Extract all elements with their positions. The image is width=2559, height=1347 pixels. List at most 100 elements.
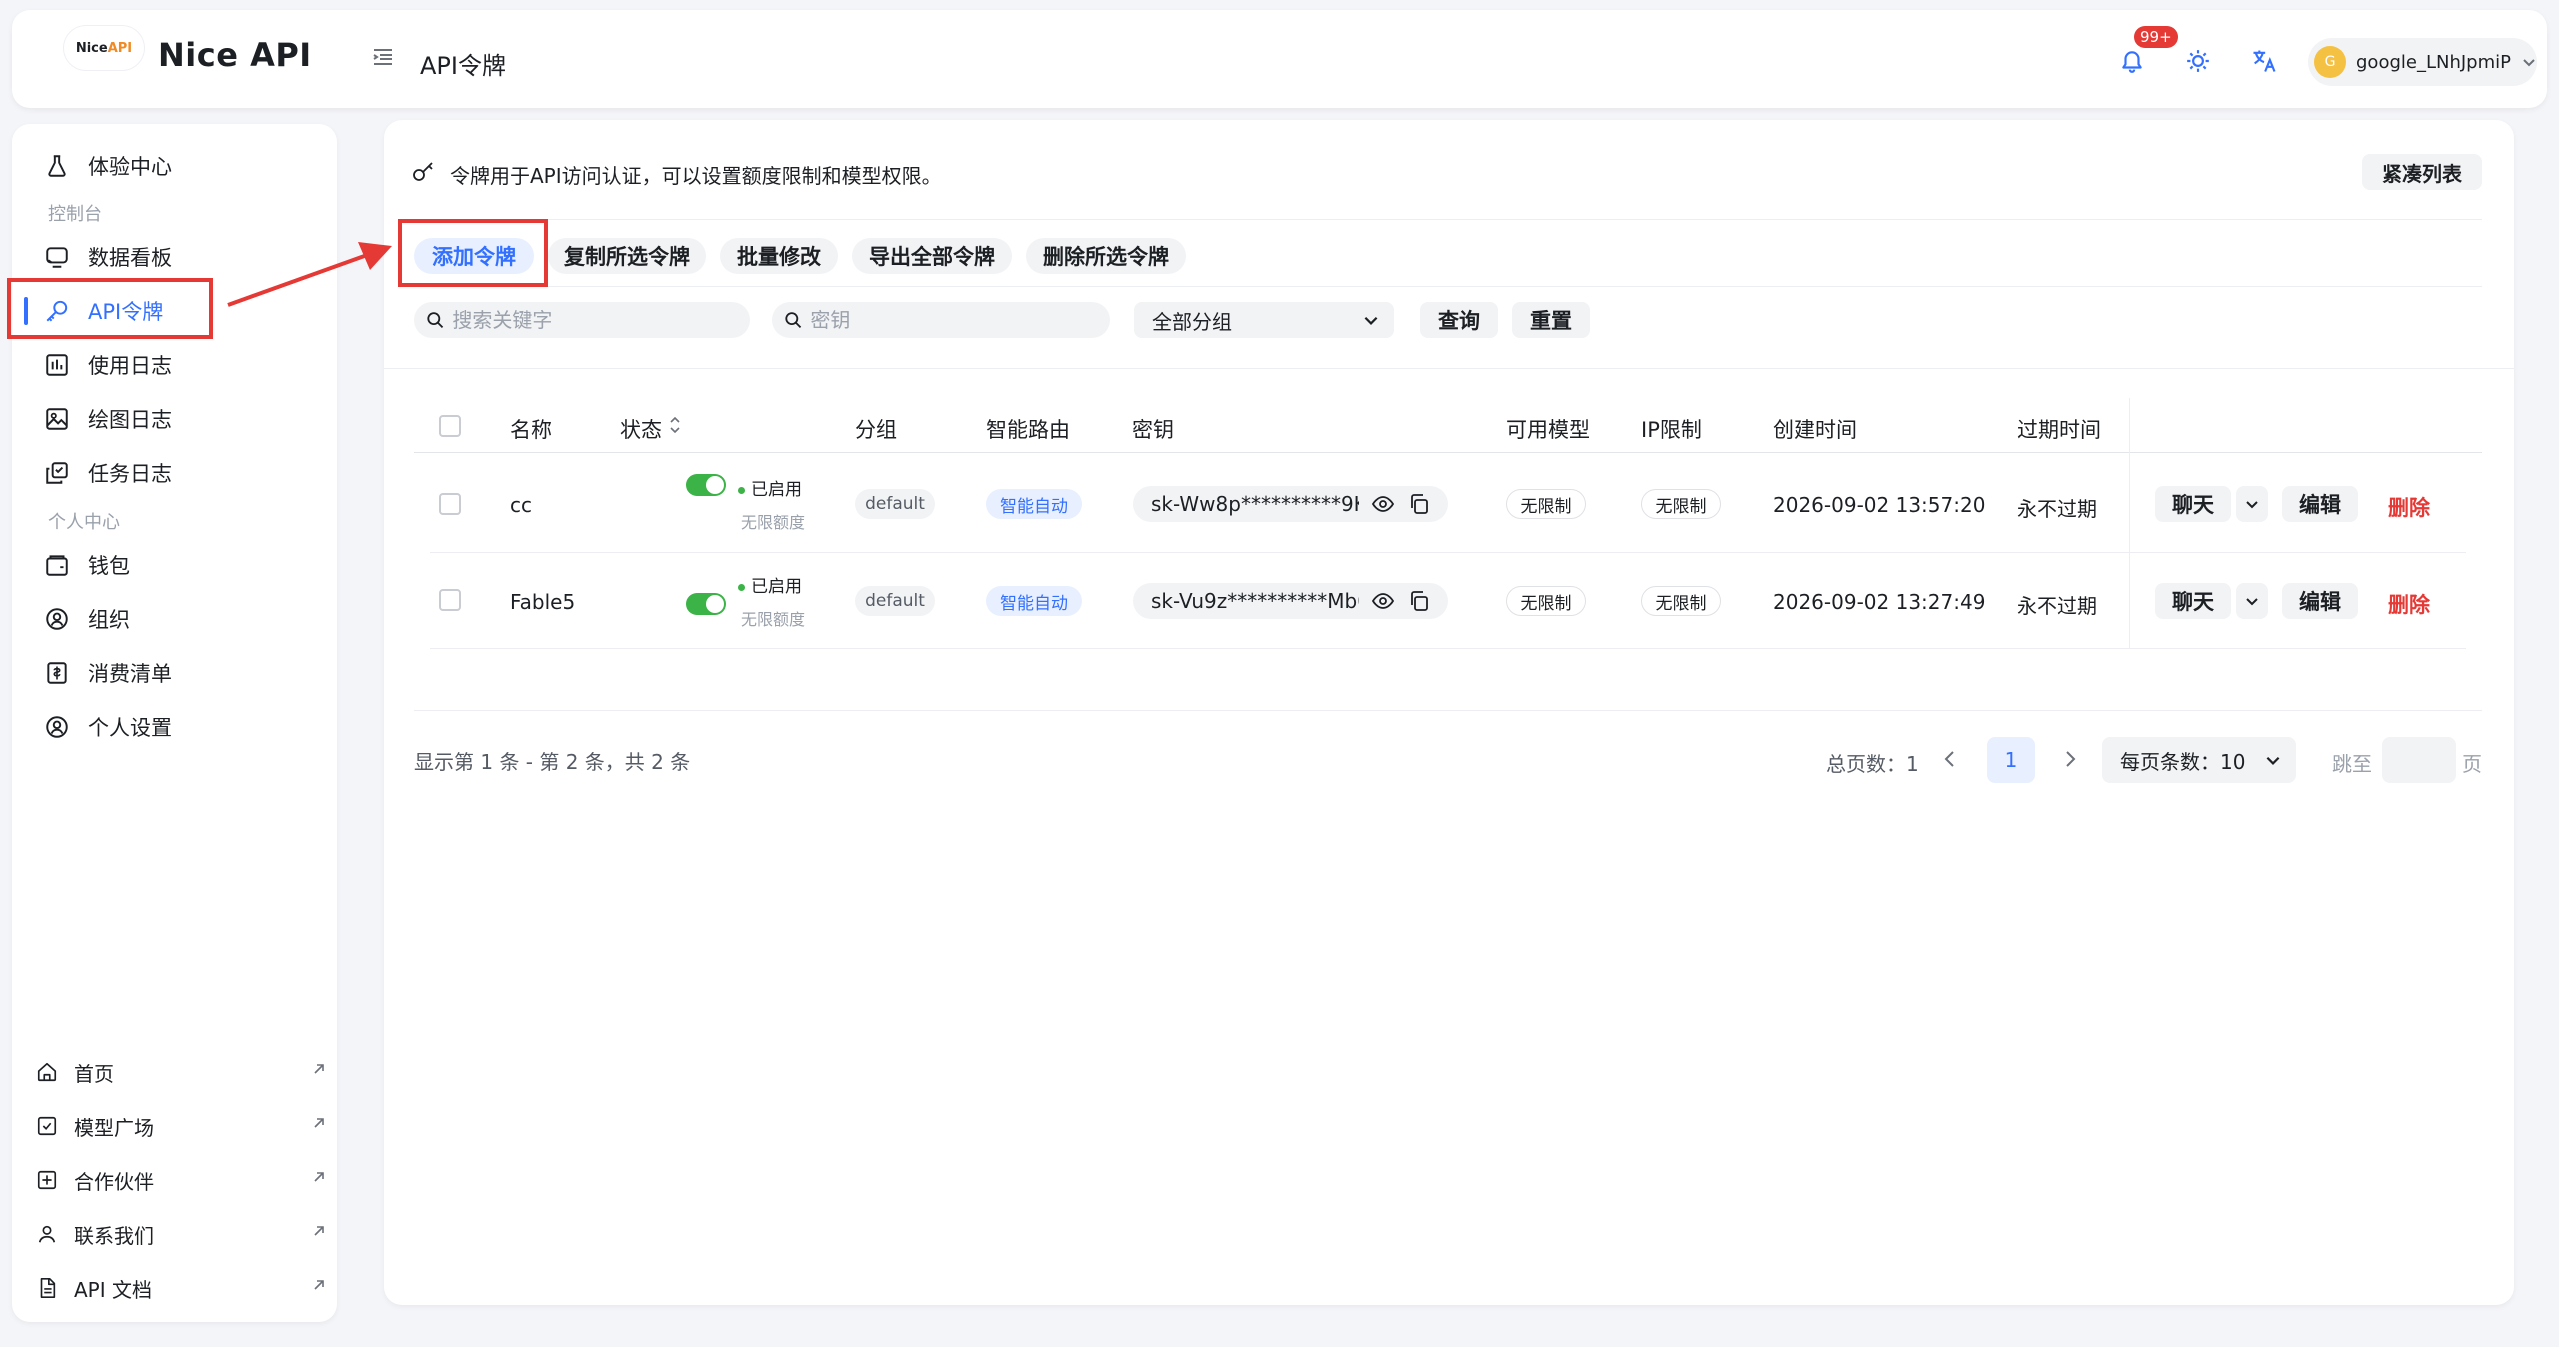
copy-selected-button[interactable]: 复制所选令牌 bbox=[548, 238, 706, 274]
chevron-down-icon bbox=[2266, 756, 2280, 765]
status-toggle[interactable] bbox=[686, 593, 726, 615]
jump-page-input[interactable] bbox=[2382, 737, 2456, 783]
footer-link-partners[interactable]: 合作伙伴 bbox=[28, 1156, 324, 1204]
row-checkbox[interactable] bbox=[439, 493, 461, 515]
delete-button[interactable]: 删除 bbox=[2388, 589, 2430, 619]
sidebar-item-label: 使用日志 bbox=[88, 354, 172, 378]
prev-page-icon[interactable] bbox=[1940, 749, 1960, 769]
menu-toggle-icon[interactable] bbox=[372, 46, 394, 68]
reset-button[interactable]: 重置 bbox=[1512, 302, 1590, 338]
keyword-search-input[interactable] bbox=[452, 308, 750, 332]
chat-dropdown-button[interactable] bbox=[2236, 583, 2268, 619]
sidebar-item-label: 绘图日志 bbox=[88, 408, 172, 432]
edit-button[interactable]: 编辑 bbox=[2282, 486, 2358, 522]
page-title: API令牌 bbox=[420, 52, 506, 80]
chat-button[interactable]: 聊天 bbox=[2155, 486, 2231, 522]
section-label-personal: 个人中心 bbox=[48, 512, 120, 533]
key-search[interactable] bbox=[772, 302, 1110, 338]
sidebar-item-playground[interactable]: 体验中心 bbox=[28, 142, 318, 190]
models-tag: 无限制 bbox=[1506, 586, 1586, 616]
sidebar-item-personal-settings[interactable]: 个人设置 bbox=[28, 703, 318, 751]
divider bbox=[412, 286, 2482, 287]
keyword-search[interactable] bbox=[414, 302, 750, 338]
person-icon bbox=[34, 1221, 60, 1247]
sidebar-item-task-log[interactable]: 任务日志 bbox=[28, 449, 318, 497]
chart-icon bbox=[42, 350, 72, 380]
delete-selected-button[interactable]: 删除所选令牌 bbox=[1026, 238, 1186, 274]
col-header-expires: 过期时间 bbox=[2017, 418, 2101, 442]
logo[interactable]: Nice API bbox=[64, 26, 144, 70]
settings-user-icon bbox=[42, 712, 72, 742]
expire-time: 永不过期 bbox=[2017, 497, 2097, 521]
page-size-select[interactable]: 每页条数：10 bbox=[2102, 737, 2296, 783]
page-number-current[interactable]: 1 bbox=[1987, 737, 2035, 783]
translate-icon[interactable] bbox=[2249, 46, 2279, 76]
expire-time: 永不过期 bbox=[2017, 594, 2097, 618]
ip-limit-tag: 无限制 bbox=[1641, 489, 1721, 519]
sidebar-item-drawing-log[interactable]: 绘图日志 bbox=[28, 395, 318, 443]
copy-icon[interactable] bbox=[1407, 492, 1431, 516]
sidebar-item-label: 钱包 bbox=[88, 554, 130, 578]
jump-label: 跳至 bbox=[2332, 752, 2372, 776]
page-suffix: 页 bbox=[2462, 752, 2482, 776]
chat-dropdown-button[interactable] bbox=[2236, 486, 2268, 522]
chevron-down-icon bbox=[2246, 501, 2258, 509]
token-name: Fable5 bbox=[510, 590, 576, 614]
footer-link-home[interactable]: 首页 bbox=[28, 1048, 324, 1096]
chevron-down-icon bbox=[2246, 598, 2258, 606]
footer-link-api-docs[interactable]: API 文档 bbox=[28, 1264, 324, 1312]
footer-link-models[interactable]: 模型广场 bbox=[28, 1102, 324, 1150]
chevron-down-icon bbox=[1364, 316, 1378, 325]
eye-icon[interactable] bbox=[1371, 589, 1395, 613]
sidebar-item-wallet[interactable]: 钱包 bbox=[28, 541, 318, 589]
group-tag: default bbox=[855, 489, 935, 519]
footer-link-contact[interactable]: 联系我们 bbox=[28, 1210, 324, 1258]
footer-link-label: 合作伙伴 bbox=[74, 1169, 154, 1194]
theme-sun-icon[interactable] bbox=[2183, 46, 2213, 76]
sidebar-item-label: 体验中心 bbox=[88, 155, 172, 179]
annotation-arrow-icon bbox=[227, 242, 392, 307]
search-icon bbox=[427, 312, 444, 328]
highlight-box-add-token bbox=[398, 219, 548, 287]
chat-button[interactable]: 聊天 bbox=[2155, 583, 2231, 619]
row-divider bbox=[430, 552, 2466, 553]
api-key-value: sk-Vu9z**********Mb0J bbox=[1151, 589, 1359, 613]
compact-list-button[interactable]: 紧凑列表 bbox=[2362, 154, 2482, 190]
sidebar-item-usage-log[interactable]: 使用日志 bbox=[28, 341, 318, 389]
highlight-box-sidebar bbox=[7, 278, 213, 339]
sidebar-item-organization[interactable]: 组织 bbox=[28, 595, 318, 643]
document-icon bbox=[34, 1275, 60, 1301]
receipt-icon bbox=[42, 658, 72, 688]
flask-icon bbox=[42, 151, 72, 181]
eye-icon[interactable] bbox=[1371, 492, 1395, 516]
footer-link-label: 模型广场 bbox=[74, 1115, 154, 1140]
col-header-name: 名称 bbox=[510, 418, 552, 442]
status-label: 已启用 bbox=[738, 475, 802, 500]
query-button[interactable]: 查询 bbox=[1420, 302, 1498, 338]
sidebar-item-billing[interactable]: 消费清单 bbox=[28, 649, 318, 697]
bell-icon[interactable] bbox=[2117, 46, 2147, 76]
user-menu[interactable]: G google_LNhJpmiP bbox=[2308, 38, 2537, 86]
main-panel bbox=[384, 120, 2514, 1305]
group-select[interactable]: 全部分组 bbox=[1134, 302, 1394, 338]
col-header-status[interactable]: 状态 bbox=[620, 414, 662, 444]
batch-edit-button[interactable]: 批量修改 bbox=[720, 238, 838, 274]
delete-button[interactable]: 删除 bbox=[2388, 492, 2430, 522]
status-toggle[interactable] bbox=[686, 474, 726, 496]
row-checkbox[interactable] bbox=[439, 589, 461, 611]
copy-icon[interactable] bbox=[1407, 589, 1431, 613]
brand-name: Nice API bbox=[158, 36, 312, 74]
edit-button[interactable]: 编辑 bbox=[2282, 583, 2358, 619]
next-page-icon[interactable] bbox=[2060, 749, 2080, 769]
col-header-group: 分组 bbox=[855, 418, 897, 442]
total-pages: 总页数：1 bbox=[1826, 752, 1919, 776]
plus-square-icon bbox=[34, 1167, 60, 1193]
divider bbox=[414, 452, 2482, 453]
key-search-input[interactable] bbox=[810, 308, 1110, 332]
select-all-checkbox[interactable] bbox=[439, 415, 461, 437]
api-key-field: sk-Ww8p**********9KV bbox=[1133, 486, 1448, 522]
sort-icon[interactable] bbox=[668, 414, 682, 436]
image-icon bbox=[42, 404, 72, 434]
page-size-value: 每页条数：10 bbox=[2120, 749, 2246, 774]
export-all-button[interactable]: 导出全部令牌 bbox=[852, 238, 1012, 274]
